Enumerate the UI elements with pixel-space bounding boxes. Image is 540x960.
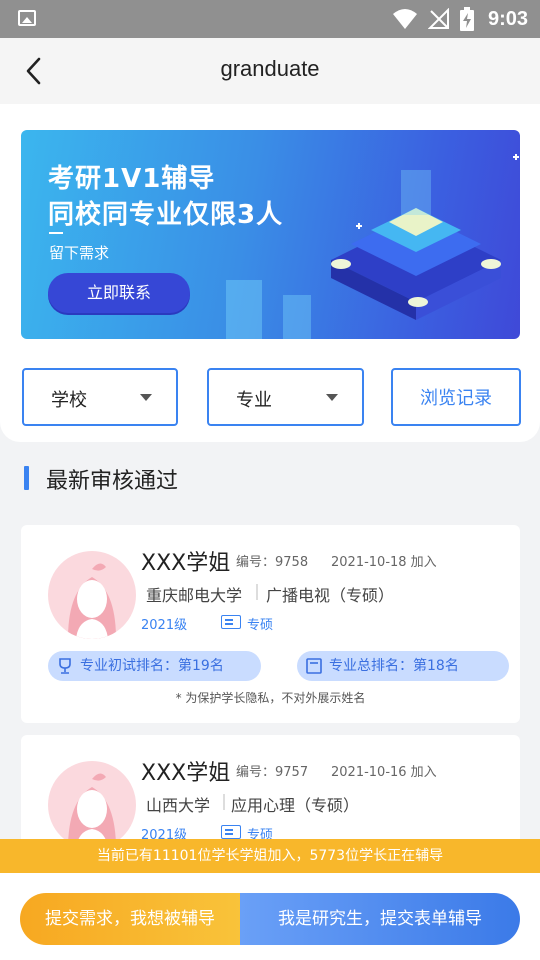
top-card: 考研1V1辅导 同校同专业仅限3人 留下需求 立即联系 学校 专业 浏览记录 [0,104,540,442]
promo-banner[interactable]: 考研1V1辅导 同校同专业仅限3人 留下需求 立即联系 [21,130,520,339]
degree-card-icon [221,825,241,839]
wifi-icon [392,9,417,29]
divider [256,584,258,600]
browse-history-button[interactable]: 浏览记录 [391,368,521,426]
bottom-action-bar: 提交需求，我想被辅导 我是研究生，提交表单辅导 [0,873,540,960]
tutor-school: 山西大学 [146,796,211,815]
tutor-number: 编号：9758 [236,555,309,570]
tutor-school: 重庆邮电大学 [146,586,243,605]
banner-divider [49,232,63,234]
caret-down-icon [140,394,152,401]
section-title: 最新审核通过 [46,469,179,494]
section-accent-bar [24,466,29,490]
female-avatar-icon [68,563,116,639]
image-notification-icon [18,10,36,26]
banner-illustration [226,154,519,339]
banner-subtitle: 留下需求 [49,244,110,262]
tutor-name: XXX学姐 [141,761,231,786]
trophy-icon [59,658,71,674]
contact-now-button[interactable]: 立即联系 [48,273,190,313]
tutor-card[interactable]: XXX学姐 编号：9758 2021-10-18 加入 重庆邮电大学 广播电视（… [21,525,520,723]
avatar [48,551,136,639]
bottom-button-group: 提交需求，我想被辅导 我是研究生，提交表单辅导 [20,893,520,945]
divider [223,794,225,810]
banner-title-line1: 考研1V1辅导 [48,164,216,194]
school-filter-dropdown[interactable]: 学校 [22,368,178,426]
tutor-number: 编号：9757 [236,765,309,780]
female-avatar-icon [68,773,116,849]
no-signal-icon [427,8,449,29]
status-icons: 9:03 [392,6,528,32]
major-filter-label: 专业 [236,390,272,411]
degree-card-icon [221,615,241,629]
initial-rank-text: 专业初试排名：第19名 [80,658,224,674]
tutor-name: XXX学姐 [141,551,231,576]
major-filter-dropdown[interactable]: 专业 [207,368,364,426]
tutor-join-date: 2021-10-18 加入 [331,555,437,570]
tutor-major: 广播电视（专硕） [266,586,395,605]
tutor-join-date: 2021-10-16 加入 [331,765,437,780]
status-bar: 9:03 [0,0,540,38]
clock: 9:03 [487,7,528,30]
tutor-degree: 专硕 [247,618,274,633]
browse-history-label: 浏览记录 [420,388,492,409]
book-icon [306,658,322,674]
page-title: granduate [220,56,320,81]
tutor-grade: 2021级 [141,618,188,633]
initial-rank-badge: 专业初试排名：第19名 [48,651,261,681]
privacy-note: * 为保护学长隐私，不对外展示姓名 [175,691,366,705]
total-rank-text: 专业总排名：第18名 [329,658,459,674]
school-filter-label: 学校 [51,390,87,411]
total-rank-badge: 专业总排名：第18名 [297,651,509,681]
submit-request-button[interactable]: 提交需求，我想被辅导 [20,893,240,945]
tutor-major: 应用心理（专硕） [231,796,360,815]
avatar [48,761,136,849]
app-header: granduate [0,38,540,104]
graduate-tutor-button[interactable]: 我是研究生，提交表单辅导 [240,893,520,945]
battery-charging-icon [459,7,474,31]
notice-bar: 当前已有11101位学长学姐加入，5773位学长正在辅导 [0,839,540,873]
caret-down-icon [326,394,338,401]
